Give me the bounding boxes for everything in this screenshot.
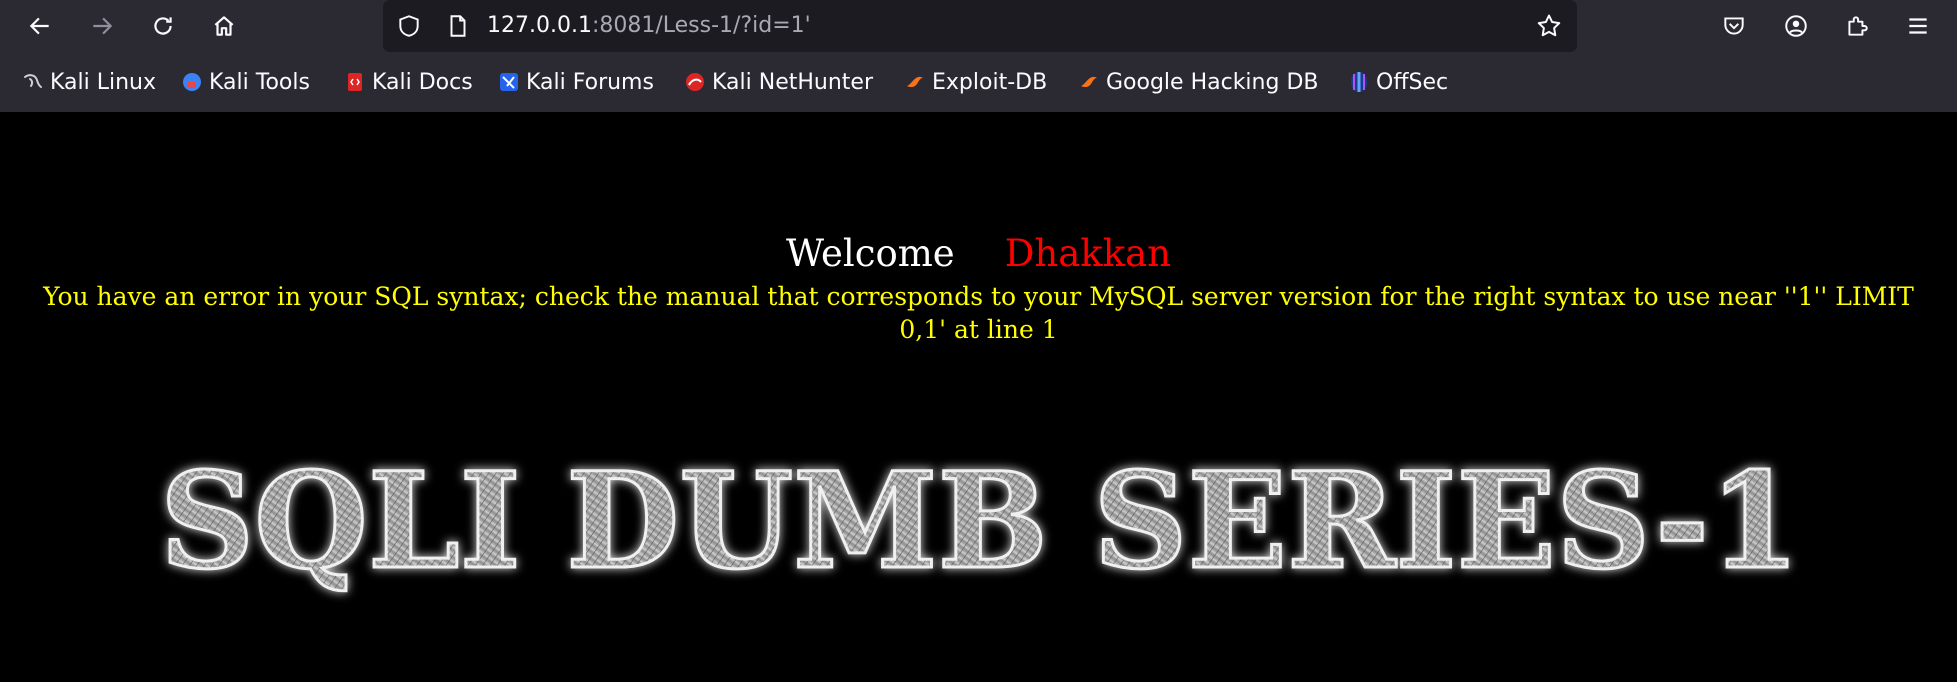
sqli-dumb-series-banner: SQLI DUMB SERIES-1 (140, 437, 1820, 607)
banner-image: SQLI DUMB SERIES-1 (159, 443, 1802, 601)
bookmark-exploit-db[interactable]: Exploit-DB (904, 68, 1047, 96)
page-content: Welcome Dhakkan You have an error in your… (0, 112, 1957, 682)
extensions-button[interactable] (1838, 7, 1876, 45)
bookmark-label: Exploit-DB (932, 69, 1048, 95)
bookmark-label: Kali Linux (50, 69, 157, 95)
bookmark-google-hacking-db[interactable]: Google Hacking DB (1078, 68, 1318, 96)
bookmark-kali-nethunter[interactable]: Kali NetHunter (684, 68, 873, 96)
pocket-button[interactable] (1715, 7, 1753, 45)
pocket-icon (1724, 17, 1744, 35)
url-text[interactable]: 127.0.0.1:8081/Less-1/?id=1' (487, 12, 811, 40)
sql-error-message: You have an error in your SQL syntax; ch… (43, 282, 1914, 344)
bookmark-label: Kali Docs (372, 69, 473, 95)
kali-forums-icon (498, 71, 520, 93)
bookmark-kali-forums[interactable]: Kali Forums (498, 68, 654, 96)
browser-toolbar: 127.0.0.1:8081/Less-1/?id=1' (0, 0, 1957, 52)
banner-text: SQLI DUMB SERIES-1 (160, 444, 1800, 599)
bookmark-label: OffSec (1376, 69, 1449, 95)
menu-button[interactable] (1899, 7, 1937, 45)
forward-button[interactable] (83, 7, 121, 45)
welcome-label: Welcome (785, 232, 955, 275)
kali-docs-icon (344, 71, 366, 93)
bookmark-label: Kali Forums (526, 69, 654, 95)
reload-button[interactable] (144, 7, 182, 45)
offsec-icon (1348, 71, 1370, 93)
back-arrow-icon (29, 17, 49, 35)
reload-icon (154, 17, 172, 35)
shield-icon[interactable] (396, 13, 422, 39)
home-button[interactable] (205, 7, 243, 45)
bookmark-label: Kali NetHunter (712, 69, 873, 95)
hamburger-menu-icon (1909, 18, 1927, 34)
bookmark-star-icon[interactable] (1535, 12, 1563, 40)
address-bar[interactable]: 127.0.0.1:8081/Less-1/?id=1' (383, 0, 1577, 52)
kali-tools-icon (181, 71, 203, 93)
exploit-db-icon (904, 71, 926, 93)
puzzle-icon (1848, 16, 1868, 36)
bookmark-kali-tools[interactable]: Kali Tools (181, 68, 310, 96)
bookmark-kali-docs[interactable]: Kali Docs (344, 68, 473, 96)
bookmarks-toolbar: Kali Linux Kali Tools Kali Docs Kali For… (0, 52, 1957, 113)
account-icon (1785, 15, 1807, 37)
bookmark-kali-linux[interactable]: Kali Linux (22, 68, 156, 96)
bookmark-label: Kali Tools (209, 69, 310, 95)
page-info-icon[interactable] (445, 13, 471, 39)
url-host: 127.0.0.1 (487, 13, 592, 38)
back-button[interactable] (21, 7, 59, 45)
home-icon (214, 16, 234, 36)
welcome-line: Welcome Dhakkan (0, 232, 1957, 276)
kali-nethunter-icon (684, 71, 706, 93)
forward-arrow-icon (93, 17, 113, 35)
bookmark-label: Google Hacking DB (1106, 69, 1319, 95)
welcome-name: Dhakkan (1004, 232, 1172, 275)
google-hacking-db-icon (1078, 71, 1100, 93)
account-button[interactable] (1777, 7, 1815, 45)
bookmark-offsec[interactable]: OffSec (1348, 68, 1448, 96)
url-path: :8081/Less-1/?id=1' (591, 13, 811, 38)
kali-dragon-icon (22, 71, 44, 93)
